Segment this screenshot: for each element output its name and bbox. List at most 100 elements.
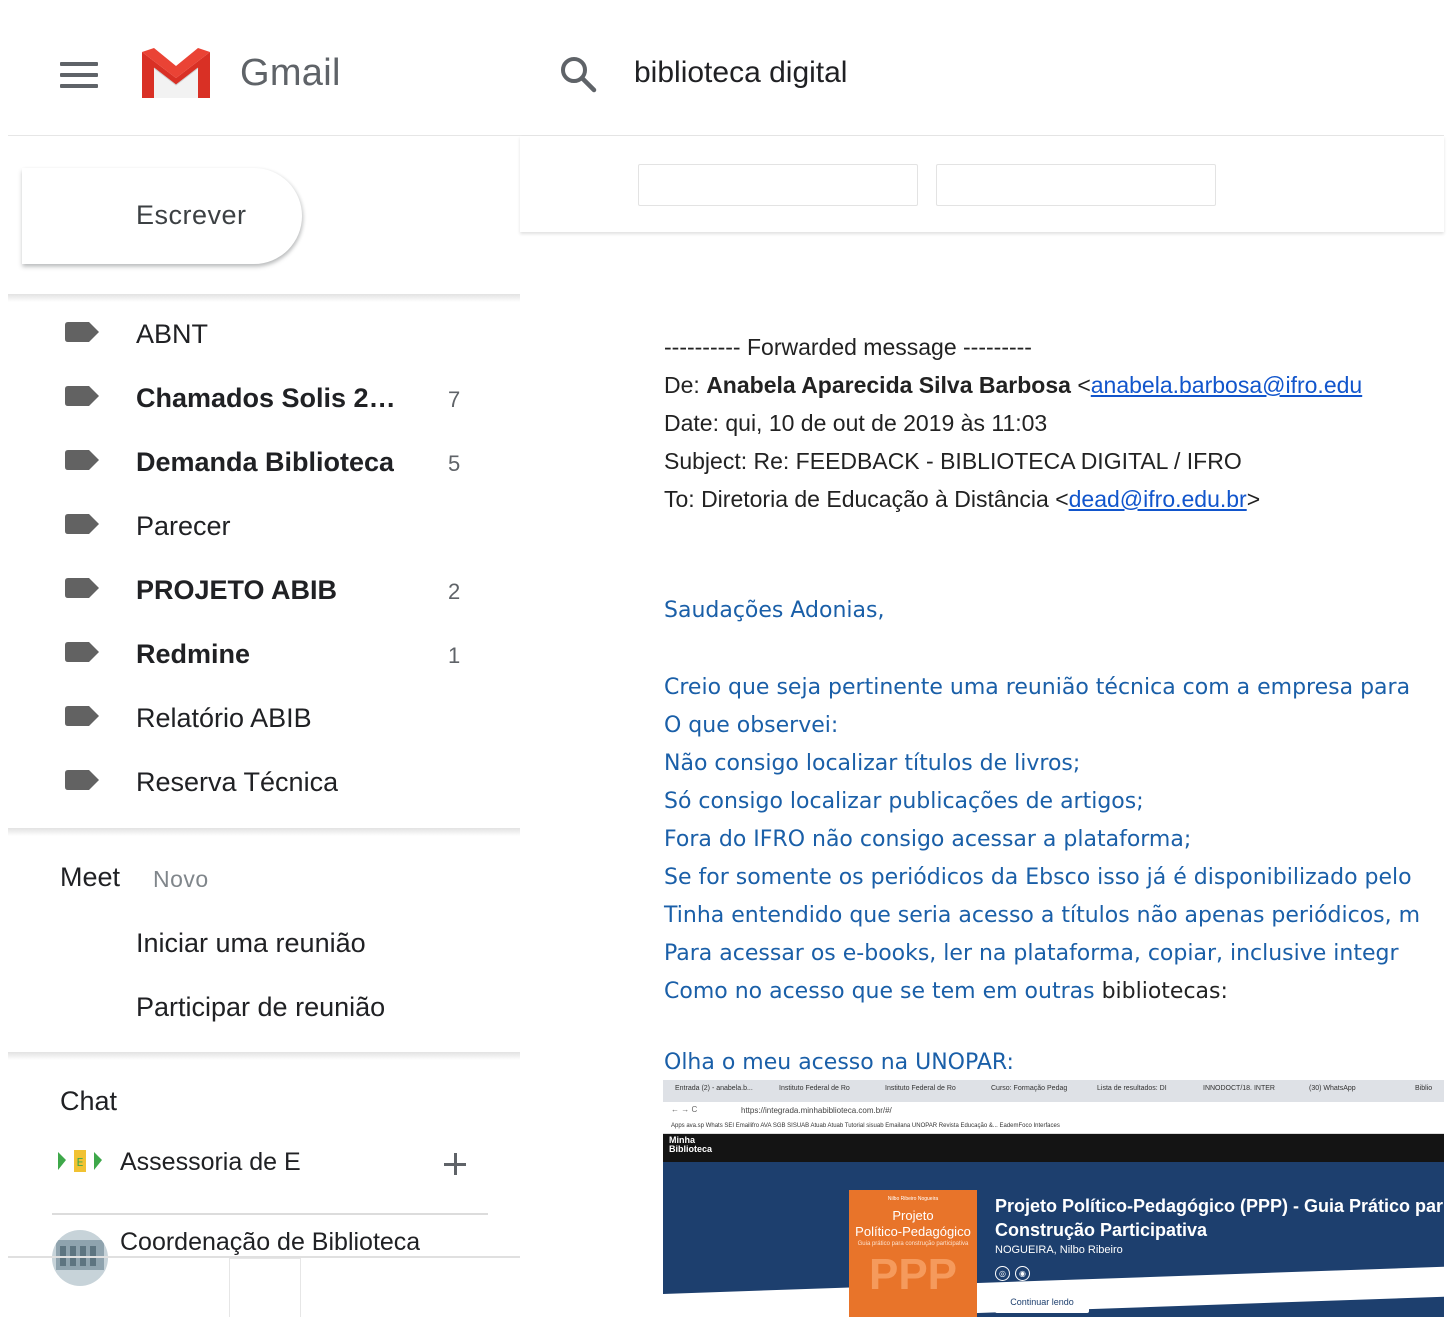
label-name: Chamados Solis 20… <box>136 383 406 413</box>
message-toolbar <box>520 136 1444 232</box>
menu-bar <box>60 73 98 77</box>
browser-tab: Curso: Formação Pedag <box>991 1085 1068 1092</box>
gmail-logo-icon[interactable] <box>138 44 214 102</box>
label-unread-count: 7 <box>448 387 461 412</box>
body-line: Não consigo localizar títulos de livros; <box>664 751 1081 776</box>
embedded-screenshot: Entrada (2) - anabela.b... Instituto Fed… <box>663 1080 1444 1317</box>
search-input[interactable]: biblioteca digital <box>634 56 847 90</box>
join-meeting-link[interactable]: Participar de reunião <box>136 992 385 1023</box>
sidebar-label-item[interactable]: Relatório ABIB <box>8 683 520 747</box>
book-cover-title: Projeto <box>892 1208 934 1223</box>
book-cover-subtitle: Guia prático para construção participati… <box>857 1241 969 1247</box>
to-email-link[interactable]: dead@ifro.edu.br <box>1069 486 1247 512</box>
sidebar-footer-toggle[interactable] <box>229 1258 301 1317</box>
chat-contact-name[interactable]: Coordenação de Biblioteca <box>120 1228 420 1257</box>
browser-tab: (30) WhatsApp <box>1309 1085 1356 1092</box>
body-line: Para acessar os e-books, ler na platafor… <box>664 941 1399 966</box>
main-menu-button[interactable] <box>60 56 100 92</box>
meet-new-badge: Novo <box>153 866 209 892</box>
from-email-link[interactable]: anabela.barbosa@ifro.edu <box>1091 372 1362 398</box>
sidebar-label-item[interactable]: Reserva Técnica <box>8 747 520 811</box>
sidebar-label-item[interactable]: Redmine 1 <box>8 619 520 683</box>
body-line: Tinha entendido que seria acesso a títul… <box>664 903 1421 928</box>
label-icon <box>65 578 99 598</box>
label-unread-count: 2 <box>448 579 461 604</box>
label-icon <box>65 322 99 342</box>
label-icon <box>65 514 99 534</box>
chat-title: Chat <box>60 1086 118 1116</box>
body-line-blue: Como no acesso que se tem em outras <box>664 979 1102 1004</box>
sidebar-label-item[interactable]: ABNT <box>8 299 520 363</box>
search-icon: ◉ <box>1015 1266 1030 1281</box>
greeting-text: Saudações Adonias, <box>664 598 885 623</box>
compose-button[interactable]: Escrever <box>22 168 302 264</box>
book-author: NOGUEIRA, Nilbo Ribeiro <box>995 1244 1123 1256</box>
site-brand: Minha Biblioteca <box>669 1136 712 1154</box>
label-icon <box>65 386 99 406</box>
body-line: Como no acesso que se tem em outras bibl… <box>664 979 1228 1004</box>
avatar-image: E <box>52 1134 108 1190</box>
search-icon[interactable] <box>558 54 598 94</box>
body-line: Fora do IFRO não consigo acessar a plata… <box>664 827 1192 852</box>
from-name: Anabela Aparecida Silva Barbosa <box>706 372 1071 398</box>
add-chat-icon[interactable] <box>440 1150 470 1180</box>
book-title-line: Projeto Político-Pedagógico (PPP) - Guia… <box>995 1196 1444 1216</box>
from-label: De: <box>664 372 700 398</box>
to-prefix: To: Diretoria de Educação à Distância < <box>664 486 1069 512</box>
continue-reading-button: Continuar lendo <box>995 1292 1089 1313</box>
chat-contact-name[interactable]: Assessoria de E <box>120 1148 302 1177</box>
book-cover-author: Nilbo Ribeiro Nogueira <box>887 1196 939 1202</box>
body-line-dark: bibliotecas: <box>1101 979 1228 1004</box>
avatar-image <box>52 1230 108 1286</box>
browser-tab: Instituto Federal de Ro <box>779 1085 850 1092</box>
bookmarks-text: Apps ava.sp Whats SEI Emailifro AVA SGB … <box>671 1123 1060 1129</box>
body-line: Creio que seja pertinente uma reunião té… <box>664 675 1411 700</box>
body-line: O que observei: <box>664 713 839 738</box>
sidebar-label-item[interactable]: Parecer <box>8 491 520 555</box>
browser-url: https://integrada.minhabiblioteca.com.br… <box>741 1106 892 1115</box>
browser-address-bar: ← → C https://integrada.minhabiblioteca.… <box>663 1102 1444 1120</box>
browser-tab: Entrada (2) - anabela.b... <box>675 1085 753 1092</box>
to-line: To: Diretoria de Educação à Distância <d… <box>664 486 1260 513</box>
body-line: Se for somente os periódicos da Ebsco is… <box>664 865 1412 890</box>
browser-tab: INNODOCT/18. INTER <box>1203 1085 1275 1092</box>
menu-bar <box>60 84 98 88</box>
browser-tab: Instituto Federal de Ro <box>885 1085 956 1092</box>
label-name: Reserva Técnica <box>136 767 339 797</box>
sidebar-label-item[interactable]: PROJETO ABIB 2 <box>8 555 520 619</box>
browser-bookmarks: Apps ava.sp Whats SEI Emailifro AVA SGB … <box>663 1120 1444 1134</box>
browser-nav-icons: ← → C <box>671 1105 698 1114</box>
label-icon <box>65 642 99 662</box>
chat-avatar[interactable]: E <box>52 1134 108 1190</box>
label-name: Parecer <box>136 511 231 541</box>
toolbar-button[interactable] <box>936 164 1216 206</box>
toolbar-button[interactable] <box>638 164 918 206</box>
info-icon: ◎ <box>995 1266 1010 1281</box>
menu-bar <box>60 62 98 66</box>
app-header: Gmail biblioteca digital <box>8 0 1444 136</box>
label-name: Demanda Biblioteca <box>136 447 395 477</box>
label-name: Redmine <box>136 639 251 669</box>
from-line: De: Anabela Aparecida Silva Barbosa <ana… <box>664 372 1362 399</box>
book-cover-title: Político-Pedagógico <box>855 1224 971 1239</box>
sidebar-label-item[interactable]: Chamados Solis 20… 7 <box>8 363 520 427</box>
label-icon <box>65 770 99 790</box>
site-navbar: Minha Biblioteca <box>663 1134 1444 1162</box>
date-line: Date: qui, 10 de out de 2019 às 11:03 <box>664 410 1048 436</box>
label-icon <box>65 706 99 726</box>
subject-line: Subject: Re: FEEDBACK - BIBLIOTECA DIGIT… <box>664 448 1242 474</box>
body-line: Só consigo localizar publicações de arti… <box>664 789 1144 814</box>
browser-tab: Lista de resultados: DI <box>1097 1085 1167 1092</box>
app-name: Gmail <box>240 52 341 94</box>
label-name: ABNT <box>136 319 209 349</box>
sidebar-label-item[interactable]: Demanda Biblioteca 5 <box>8 427 520 491</box>
start-meeting-link[interactable]: Iniciar uma reunião <box>136 928 366 959</box>
svg-text:E: E <box>77 1156 84 1169</box>
meet-title: Meet <box>60 862 121 892</box>
sidebar-divider <box>8 828 520 836</box>
book-title-line: Construção Participativa <box>995 1220 1208 1240</box>
from-lt: < <box>1077 372 1091 398</box>
book-cover: Nilbo Ribeiro Nogueira Projeto Político-… <box>849 1190 977 1317</box>
compose-label: Escrever <box>136 200 247 230</box>
chat-avatar[interactable] <box>52 1230 108 1286</box>
